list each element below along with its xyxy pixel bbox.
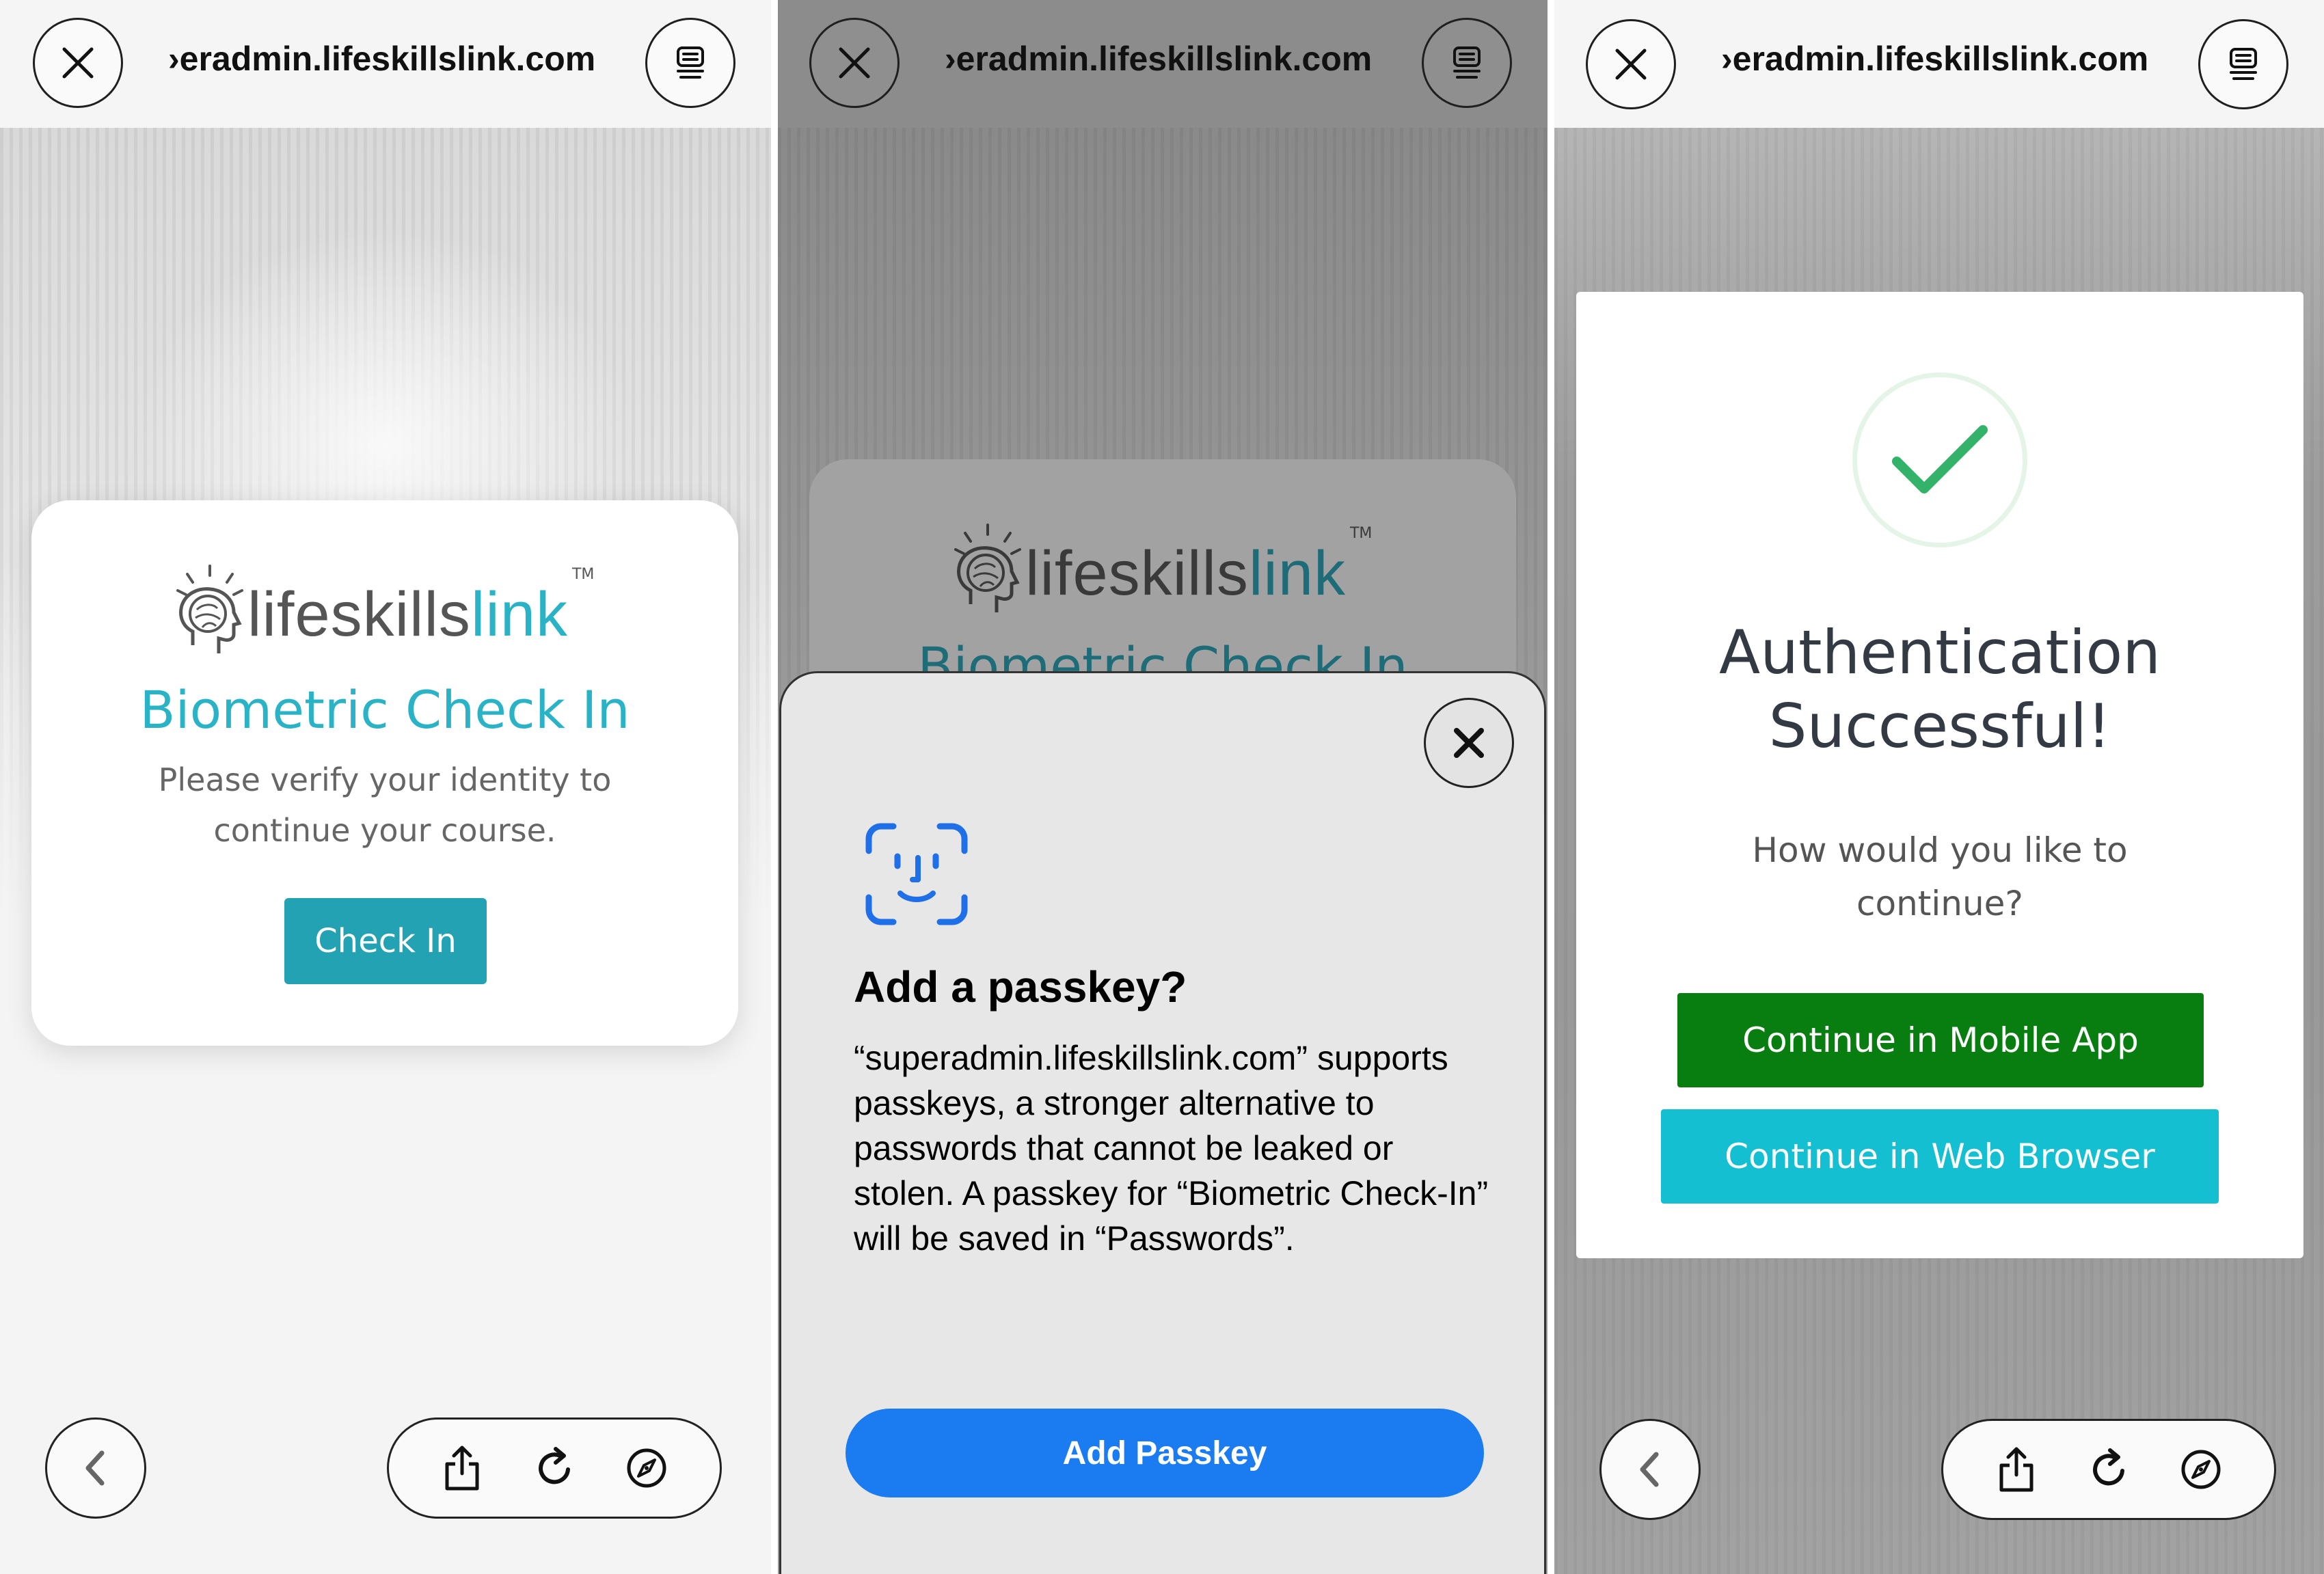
browser-top-bar: ›eradmin.lifeskillslink.com [778,0,1548,128]
browser-top-bar: ›eradmin.lifeskillslink.com [1554,0,2324,128]
sheet-close-button[interactable] [1424,698,1514,788]
panel-separator [1548,0,1554,1574]
panel-separator [771,0,778,1574]
open-in-safari-button[interactable] [622,1443,671,1493]
reader-icon [2230,48,2257,80]
share-button[interactable] [437,1443,487,1493]
face-id-icon [865,823,968,925]
share-icon [1999,1447,2033,1492]
lifeskillslink-logo: lifeskillslink TM [950,522,1372,625]
check-in-button[interactable]: Check In [284,898,487,984]
share-button[interactable] [1992,1445,2041,1494]
passkey-description: “superadmin.lifeskillslink.com” supports… [854,1039,1489,1258]
success-badge [1852,372,2027,547]
browser-actions-group [387,1417,722,1519]
back-button[interactable] [45,1417,146,1519]
trademark-label: TM [1349,525,1373,542]
reader-mode-button[interactable] [645,18,735,108]
screen-add-passkey: ›eradmin.lifeskillslink.com lifeskillsli… [778,0,1548,1574]
close-icon [839,47,870,79]
lifeskillslink-logo: lifeskillslink TM [172,563,594,666]
success-title-line1: Authentication [1719,617,2161,688]
reader-mode-button[interactable] [2198,19,2288,109]
continue-prompt: How would you like to continue? [1752,830,2128,923]
reload-button[interactable] [530,1443,579,1493]
success-title: Authentication Successful! [1576,616,2303,763]
checkmark-icon [1892,425,1988,493]
success-card: Authentication Successful! How would you… [1576,292,2303,1258]
compass-icon [2181,1450,2221,1489]
add-passkey-button[interactable]: Add Passkey [846,1409,1484,1497]
back-button[interactable] [1599,1419,1701,1520]
card-subtitle: Please verify your identity to continue … [158,761,612,849]
url-label[interactable]: ›eradmin.lifeskillslink.com [168,31,637,86]
screen-authentication-successful: ›eradmin.lifeskillslink.com Authenticati… [1554,0,2324,1574]
logo-wordmark: lifeskillslink [247,579,568,649]
open-in-safari-button[interactable] [2176,1445,2226,1494]
close-browser-button[interactable] [1586,19,1676,109]
url-label[interactable]: ›eradmin.lifeskillslink.com [1721,31,2190,86]
screen-biometric-check-in: ›eradmin.lifeskillslink.com lifeskillsli… [0,0,771,1574]
brain-head-icon [176,565,243,653]
success-subtitle: How would you like to continue? [1576,824,2303,930]
close-icon [1454,728,1484,758]
browser-actions-group [1941,1419,2276,1520]
compass-icon [627,1448,666,1488]
success-title-line2: Successful! [1768,691,2111,761]
reload-button[interactable] [2084,1445,2133,1494]
reload-icon [2093,1448,2124,1486]
card-title: Biometric Check In [139,679,630,740]
reload-icon [539,1447,570,1484]
logo-wordmark: lifeskillslink [1025,538,1346,608]
reader-icon [677,46,704,79]
passkey-title: Add a passkey? [854,962,1187,1012]
reader-icon [1453,46,1481,79]
close-icon [62,47,94,79]
chevron-left-icon [85,1450,105,1486]
trademark-label: TM [571,566,595,583]
browser-top-bar: ›eradmin.lifeskillslink.com [0,0,771,128]
passkey-sheet: Add a passkey? “superadmin.lifeskillslin… [779,671,1546,1574]
share-icon [445,1446,479,1491]
brain-head-icon [954,524,1021,612]
continue-mobile-app-button[interactable]: Continue in Mobile App [1677,993,2204,1087]
close-browser-button[interactable] [33,18,123,108]
close-browser-button[interactable] [809,18,900,108]
check-in-card: lifeskillslink TM Biometric Check In Ple… [31,500,738,1046]
continue-web-browser-button[interactable]: Continue in Web Browser [1661,1109,2219,1204]
close-icon [1615,49,1647,80]
reader-mode-button[interactable] [1422,18,1512,108]
url-label[interactable]: ›eradmin.lifeskillslink.com [945,31,1414,86]
chevron-left-icon [1640,1452,1659,1487]
